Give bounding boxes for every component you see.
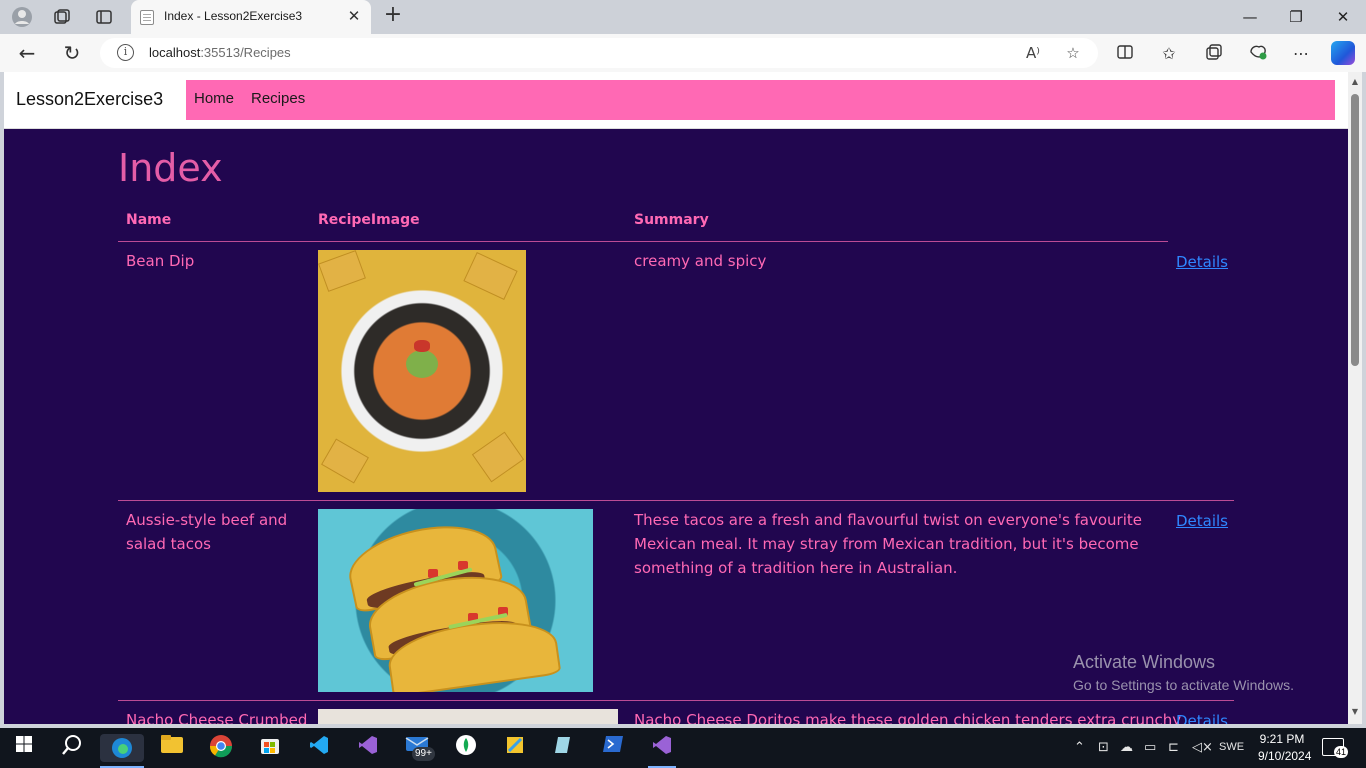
powershell-icon[interactable] xyxy=(599,734,627,762)
network-icon[interactable]: ⊏ xyxy=(1168,740,1179,755)
mongodb-compass-icon[interactable] xyxy=(452,734,480,762)
header-divider xyxy=(118,241,1168,242)
restore-button[interactable]: ❐ xyxy=(1273,4,1319,30)
edge-taskbar-icon[interactable] xyxy=(100,734,144,762)
active-tab[interactable]: Index - Lesson2Exercise3 ✕ xyxy=(131,0,371,34)
workspaces-icon[interactable] xyxy=(50,5,74,29)
paint-icon[interactable] xyxy=(501,734,529,762)
row-divider xyxy=(118,700,1234,701)
address-bar[interactable]: i localhost:35513/Recipes A⁾ ☆ xyxy=(100,38,1098,68)
nav-link-home[interactable]: Home xyxy=(194,90,234,107)
read-aloud-icon[interactable]: A⁾ xyxy=(1023,43,1043,63)
url-text[interactable]: localhost:35513/Recipes xyxy=(149,45,291,60)
page-title: Index xyxy=(118,146,223,190)
volume-muted-icon[interactable]: ◁× xyxy=(1192,740,1213,755)
site-info-icon[interactable]: i xyxy=(117,44,134,61)
tab-bar: Index - Lesson2Exercise3 ✕ + — ❐ ✕ xyxy=(0,0,1366,34)
windows-start-icon[interactable] xyxy=(10,734,38,762)
nacho-tenders-photo xyxy=(318,709,618,724)
minimize-button[interactable]: — xyxy=(1227,4,1273,30)
column-header-image: RecipeImage xyxy=(318,212,420,228)
row-divider xyxy=(118,500,1234,501)
profile-icon[interactable] xyxy=(10,5,34,29)
activate-windows-subtitle: Go to Settings to activate Windows. xyxy=(1073,677,1294,693)
clock-time: 9:21 PM xyxy=(1259,732,1305,746)
scroll-up-icon[interactable]: ▲ xyxy=(1351,78,1359,86)
back-icon[interactable]: ← xyxy=(15,41,39,65)
visual-studio-2-icon[interactable] xyxy=(648,734,676,762)
notepad-icon[interactable] xyxy=(550,734,578,762)
recipe-name: Aussie-style beef and salad tacos xyxy=(126,511,288,553)
tab-actions-icon[interactable] xyxy=(92,5,116,29)
collections-icon[interactable] xyxy=(1203,43,1225,65)
scroll-down-icon[interactable]: ▼ xyxy=(1351,708,1359,716)
details-link[interactable]: Details xyxy=(1176,712,1228,724)
split-screen-icon[interactable] xyxy=(1114,43,1136,65)
favorite-star-icon[interactable]: ☆ xyxy=(1063,43,1083,63)
page-favicon-icon xyxy=(140,10,154,25)
refresh-icon[interactable]: ↻ xyxy=(60,41,84,65)
tab-title: Index - Lesson2Exercise3 xyxy=(164,9,303,23)
recipe-summary: creamy and spicy xyxy=(634,252,767,270)
vscode-icon[interactable] xyxy=(305,734,333,762)
mail-badge: 99+ xyxy=(412,747,435,761)
language-indicator[interactable]: SWE xyxy=(1219,741,1244,753)
details-link[interactable]: Details xyxy=(1176,253,1228,271)
close-tab-icon[interactable]: ✕ xyxy=(345,7,363,25)
recipe-name: Bean Dip xyxy=(126,252,195,270)
onedrive-icon[interactable]: ☁ xyxy=(1120,740,1133,755)
scroll-thumb[interactable] xyxy=(1351,94,1359,366)
new-tab-button[interactable]: + xyxy=(381,4,405,28)
microsoft-store-icon[interactable] xyxy=(256,734,284,762)
browser-essentials-icon[interactable] xyxy=(1247,43,1269,65)
main-nav: Home Recipes xyxy=(186,80,1335,120)
recipe-summary: These tacos are a fresh and flavourful t… xyxy=(634,511,1143,577)
clock[interactable]: 9:21 PM 9/10/2024 xyxy=(1258,731,1312,765)
column-header-name: Name xyxy=(126,212,172,228)
taskbar: 99+ ⌃ ⊡ ☁ ▭ ⊏ ◁× SWE 9:21 PM 9/10/2024 4… xyxy=(0,728,1366,768)
bean-dip-photo xyxy=(318,250,526,492)
page-viewport: Lesson2Exercise3 Home Recipes Index Name… xyxy=(4,72,1348,724)
activate-windows-title: Activate Windows xyxy=(1073,652,1216,672)
close-window-button[interactable]: ✕ xyxy=(1320,4,1366,30)
recipe-name: Nacho Cheese Crumbed xyxy=(126,711,308,724)
favorites-icon[interactable]: ✩ xyxy=(1158,43,1180,65)
recipe-summary: Nacho Cheese Doritos make these golden c… xyxy=(634,711,1182,724)
search-icon[interactable] xyxy=(58,734,86,762)
chrome-icon[interactable] xyxy=(207,734,235,762)
nav-link-recipes[interactable]: Recipes xyxy=(251,90,305,107)
clock-date: 9/10/2024 xyxy=(1258,749,1312,763)
more-icon[interactable]: ⋯ xyxy=(1290,43,1312,65)
file-explorer-icon[interactable] xyxy=(158,734,186,762)
beef-tacos-photo xyxy=(318,509,593,692)
brand-link[interactable]: Lesson2Exercise3 xyxy=(16,89,163,110)
column-header-summary: Summary xyxy=(634,212,709,228)
notification-count: 41 xyxy=(1334,746,1349,758)
visual-studio-icon[interactable] xyxy=(354,734,382,762)
device-icon[interactable]: ⊡ xyxy=(1098,740,1109,755)
site-header: Lesson2Exercise3 Home Recipes xyxy=(4,72,1348,129)
show-hidden-icons-icon[interactable]: ⌃ xyxy=(1074,740,1085,755)
battery-icon[interactable]: ▭ xyxy=(1144,740,1156,755)
address-toolbar: ← ↻ i localhost:35513/Recipes A⁾ ☆ ✩ ⋯ xyxy=(0,34,1366,72)
page-scrollbar[interactable]: ▲ ▼ xyxy=(1348,72,1362,724)
details-link[interactable]: Details xyxy=(1176,512,1228,530)
copilot-icon[interactable] xyxy=(1331,41,1355,65)
